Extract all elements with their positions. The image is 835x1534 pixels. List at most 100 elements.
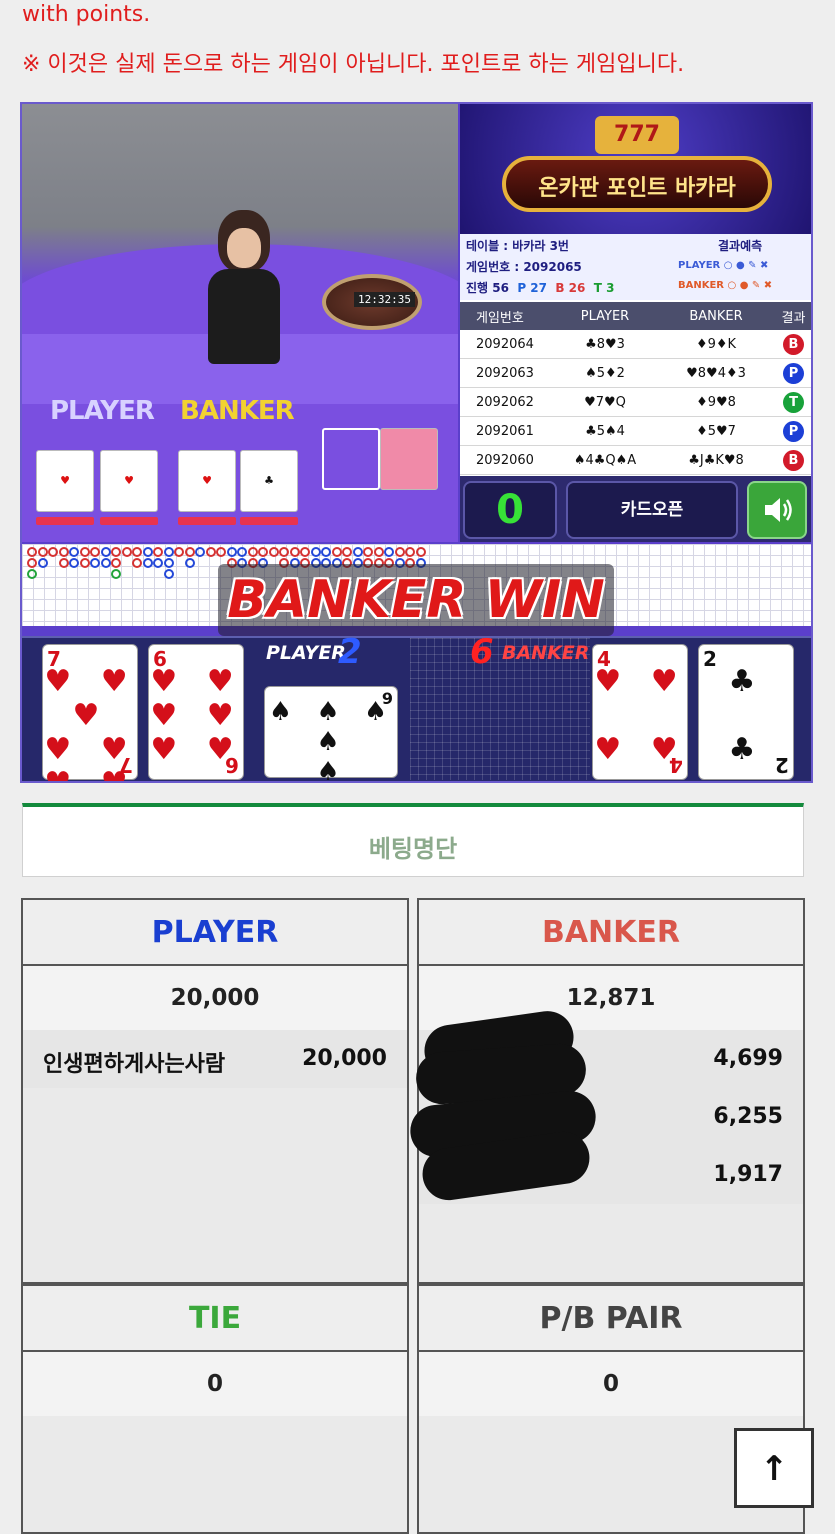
video-card-light — [36, 517, 94, 525]
result-player-cards: ♥7♥Q — [584, 394, 626, 410]
notice-line-1: with points. — [22, 2, 151, 27]
prediction-title: 결과예측 — [718, 239, 763, 253]
bead-road-mark — [153, 558, 163, 568]
bead-road-mark — [132, 558, 142, 568]
card-open-button[interactable]: 카드오픈 — [566, 481, 738, 539]
recent-results-table: 게임번호 PLAYER BANKER 결과 2092064 ♣8♥3 ♦9♦K B 20… — [460, 302, 811, 475]
dealer-face — [227, 228, 261, 268]
results-header-result: 결과 — [781, 310, 806, 326]
bead-road-mark — [142, 558, 153, 568]
player-card-3: 9 ♠ ♠ ♠ ♠♠♠ ♠ ♠ ♠ — [264, 686, 398, 781]
bead-road-mark — [279, 547, 289, 557]
bead-road-mark — [258, 547, 268, 557]
heart-icon: ♥ ♥ ♥ ♥ ♥ ♥ — [150, 664, 244, 767]
card-rank-bottom: 6 — [225, 753, 239, 777]
result-banker-cards: ♥8♥4♦3 — [686, 365, 746, 381]
result-game-number: 2092060 — [476, 452, 534, 468]
bead-road-mark — [111, 547, 121, 557]
prediction-banker-row[interactable]: BANKER ○ ● ✎ ✖ — [678, 280, 772, 291]
bead-road-mark — [174, 547, 184, 557]
betting-list-title: 베팅명단 — [368, 835, 458, 863]
result-banker-cards: ♦9♦K — [695, 336, 737, 352]
win-announcement: BANKER WIN — [218, 564, 614, 636]
bet-amount: 6,255 — [713, 1104, 783, 1129]
player-card-1: 7 ♥ ♥♥♥ ♥♥ ♥ 7 — [42, 644, 138, 781]
video-card-light — [178, 517, 236, 525]
bead-road-mark — [184, 547, 195, 557]
scroll-to-top-button[interactable]: ↑ — [734, 1428, 814, 1508]
result-cell: B — [774, 449, 811, 471]
bead-road-mark — [142, 547, 153, 557]
result-badge: P — [783, 420, 804, 442]
bead-road-mark — [90, 547, 100, 557]
notice-line-2: ※ 이것은 실제 돈으로 하는 게임이 아닙니다. 포인트로 하는 게임입니다. — [22, 52, 685, 77]
result-banker-cards: ♣J♣K♥8 — [688, 452, 744, 468]
progress-summary: 진행 56 P 27 B 26 T 3 — [466, 279, 614, 296]
video-player-label: PLAYER — [50, 396, 155, 426]
bead-road-mark — [184, 558, 195, 568]
bead-road-mark — [48, 547, 58, 557]
redaction-scribble — [407, 1007, 600, 1204]
bead-road-mark — [79, 547, 90, 557]
banker-score: 6 — [470, 632, 494, 672]
result-row: 2092063 ♠5♦2 ♥8♥4♦3 P — [460, 359, 811, 388]
result-cell: P — [774, 420, 811, 442]
bead-road-mark — [226, 547, 237, 557]
banker-bets-header: BANKER — [419, 900, 803, 966]
bead-road-mark — [321, 547, 331, 557]
bead-road-mark — [111, 558, 121, 568]
bead-road-mark — [69, 558, 79, 568]
player-score: 2 — [338, 632, 362, 672]
video-clock: 12:32:35 — [354, 292, 415, 307]
bead-road-mark — [153, 547, 163, 557]
player-bets-total: 20,000 — [23, 966, 407, 1030]
bead-road-mark — [121, 547, 132, 557]
video-card-light — [100, 517, 158, 525]
bead-road-mark — [352, 547, 363, 557]
player-count: P 27 — [517, 281, 547, 295]
bead-road-mark — [79, 558, 90, 568]
video-card: ♥ — [178, 450, 236, 512]
slot-machine-icon: 777 — [595, 116, 679, 154]
betting-list-header: 베팅명단 — [22, 803, 804, 877]
bead-road-mark — [37, 547, 48, 557]
result-badge: T — [783, 391, 804, 413]
bead-road-mark — [100, 547, 111, 557]
tie-bets-header: TIE — [23, 1286, 407, 1352]
bead-road-mark — [37, 558, 48, 568]
bead-road-mark — [310, 547, 321, 557]
prediction-player-row[interactable]: PLAYER ○ ● ✎ ✖ — [678, 260, 768, 271]
sound-toggle-button[interactable] — [747, 481, 807, 539]
game-info-panel: 777 온카판 포인트 바카라 테이블 : 바카라 3번 게임번호 : 2092… — [460, 104, 811, 542]
result-player-cards: ♣8♥3 — [585, 336, 625, 352]
bead-road-mark — [27, 558, 37, 568]
results-header-player: PLAYER — [580, 308, 630, 324]
countdown-display: 0 — [463, 481, 557, 539]
result-game-number: 2092064 — [476, 336, 534, 352]
banker-card-1: 4 ♥ ♥ ♥ ♥ 4 — [592, 644, 688, 780]
bead-road-mark — [163, 558, 174, 568]
bead-road-mark — [100, 558, 111, 568]
bead-road-mark — [111, 569, 121, 579]
banker-score-label: BANKER — [502, 642, 590, 664]
results-header-banker: BANKER — [689, 308, 743, 324]
bead-road-mark — [247, 547, 258, 557]
bead-road-mark — [405, 547, 415, 557]
video-card: ♥ — [36, 450, 94, 512]
bead-road-mark — [69, 547, 79, 557]
result-badge: B — [783, 449, 804, 471]
result-row: 2092062 ♥7♥Q ♦9♥8 T — [460, 388, 811, 417]
bet-row: 인생편하게사는사람 20,000 — [23, 1030, 407, 1088]
bead-road-mark — [58, 558, 69, 568]
result-game-number: 2092063 — [476, 365, 534, 381]
table-name: 테이블 : 바카라 3번 — [466, 239, 569, 253]
bead-road-mark — [27, 569, 37, 579]
result-player-cards: ♣5♠4 — [585, 423, 625, 439]
table-info: 테이블 : 바카라 3번 게임번호 : 2092065 진행 56 P 27 B… — [460, 234, 811, 300]
heart-icon: ♥ ♥ ♥ ♥ — [594, 664, 688, 767]
bead-road-mark — [363, 547, 373, 557]
bet-amount: 1,917 — [713, 1162, 783, 1187]
arrow-up-icon: ↑ — [759, 1449, 789, 1489]
player-bets-header: PLAYER — [23, 900, 407, 966]
banker-count: B 26 — [555, 281, 586, 295]
